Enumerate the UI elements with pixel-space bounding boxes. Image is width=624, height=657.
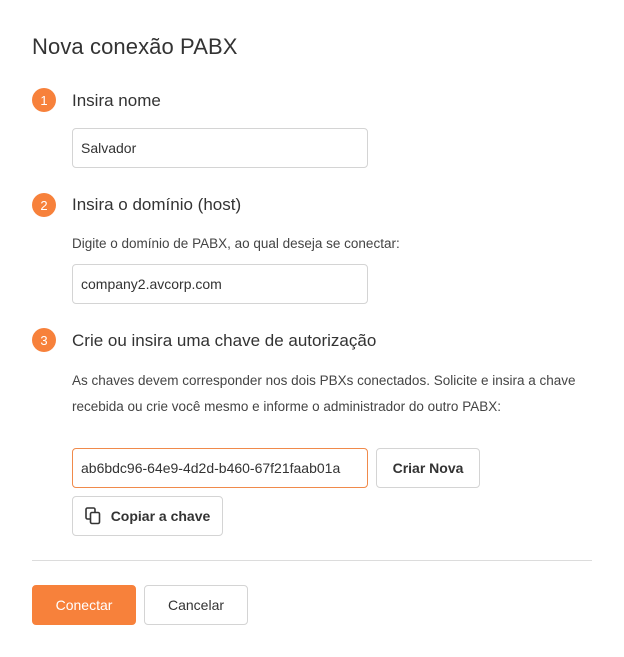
connect-button[interactable]: Conectar [32,585,136,625]
step-3-heading: Crie ou insira uma chave de autorização [72,331,377,350]
step-1-heading: Insira nome [72,91,161,110]
copy-icon [84,507,100,525]
copy-key-button[interactable]: Copiar a chave [72,496,223,536]
domain-help-text: Digite o domínio de PABX, ao qual deseja… [72,236,400,251]
auth-key-input[interactable] [72,448,368,488]
step-2-badge: 2 [32,193,56,217]
key-help-line-1: As chaves devem corresponder nos dois PB… [72,373,576,388]
step-2-heading: Insira o domínio (host) [72,195,242,214]
dialog-title: Nova conexão PABX [32,34,238,59]
footer-divider [32,560,592,561]
domain-input[interactable] [72,264,368,304]
key-help-line-2: recebida ou crie você mesmo e informe o … [72,399,501,414]
copy-key-label: Copiar a chave [110,508,211,524]
cancel-button[interactable]: Cancelar [144,585,248,625]
step-1-badge: 1 [32,88,56,112]
step-3-badge: 3 [32,328,56,352]
name-input[interactable] [72,128,368,168]
create-key-button[interactable]: Criar Nova [376,448,480,488]
